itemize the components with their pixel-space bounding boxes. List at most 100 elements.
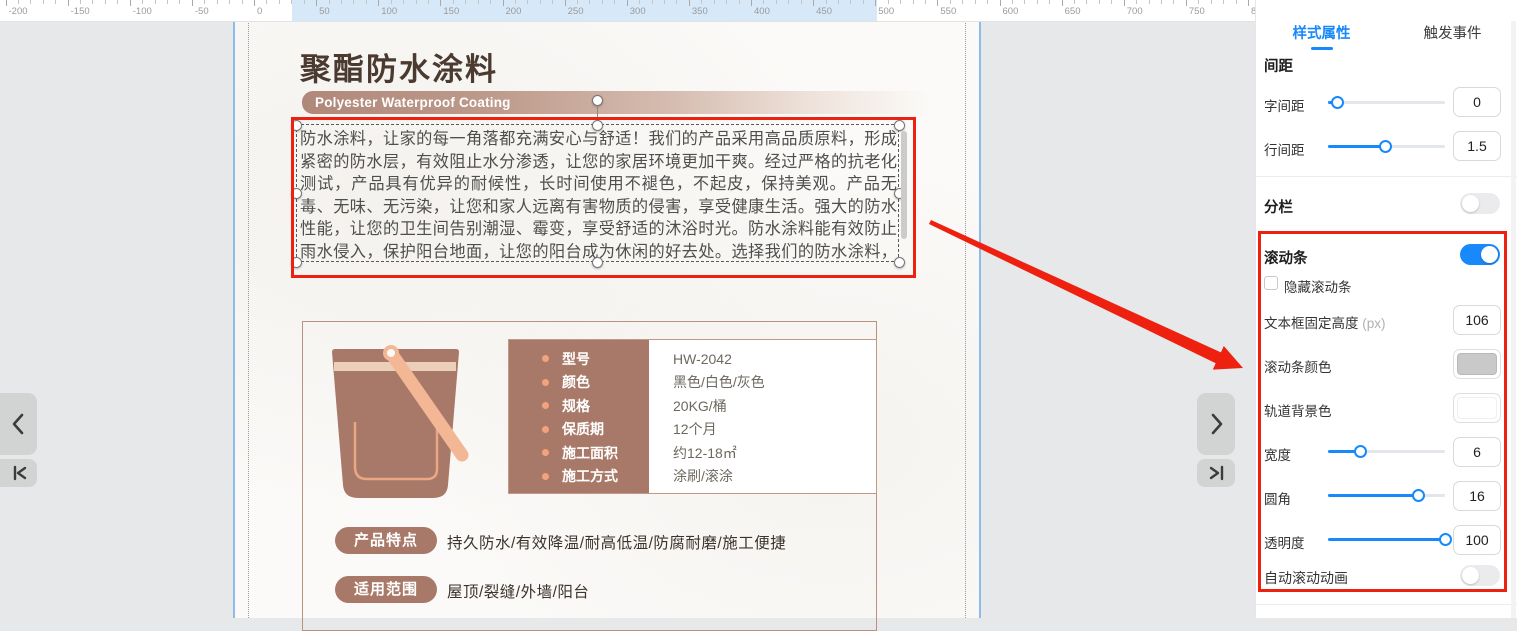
- ruler-tick: [117, 0, 118, 4]
- ruler-tick: [1124, 0, 1125, 6]
- ruler-tick: [689, 0, 690, 6]
- table-row: 规格 20KG/桶: [509, 394, 876, 418]
- ruler-tick: [950, 0, 951, 4]
- skip-to-start-icon: [1, 459, 37, 487]
- ruler-tick: [1086, 0, 1087, 4]
- ruler-tick: [850, 0, 851, 4]
- panel-scrollbar-track[interactable]: [1511, 21, 1516, 618]
- ruler-tick: [1211, 0, 1212, 4]
- subtitle-banner[interactable]: Polyester Waterproof Coating: [302, 91, 930, 114]
- ruler-tick: [602, 0, 603, 4]
- ruler-tick: [179, 0, 180, 4]
- ruler-tick: [1161, 0, 1162, 4]
- ruler-tick: [1173, 0, 1174, 4]
- ruler-tick: [18, 0, 19, 4]
- spec-value: 12个月: [673, 419, 717, 439]
- ruler-tick: [341, 0, 342, 4]
- ruler-tick: [652, 0, 653, 4]
- ruler-tick: [68, 0, 69, 6]
- ruler-tick: [291, 0, 292, 4]
- spec-table: 型号 HW-2042 颜色 黑色/白色/灰色 规格 20KG/桶 保质期 12个…: [508, 339, 877, 494]
- ruler-tick-label: -150: [71, 6, 90, 17]
- ruler-tick: [6, 0, 7, 6]
- feature-list-text: 持久防水/有效降温/耐高低温/防腐耐磨/施工便捷: [447, 531, 786, 553]
- line-spacing-label: 行间距: [1264, 139, 1305, 159]
- ruler-tick: [503, 0, 504, 6]
- ruler-tick-label: -50: [195, 6, 209, 17]
- ruler-tick: [565, 0, 566, 6]
- ruler-tick: [900, 0, 901, 4]
- ruler-tick: [130, 0, 131, 6]
- page-title[interactable]: 聚酯防水涂料: [300, 44, 498, 89]
- ruler-tick: [229, 0, 230, 4]
- last-page-button[interactable]: [1197, 459, 1235, 487]
- ruler-tick: [527, 0, 528, 4]
- ruler-tick-label: 600: [1003, 6, 1019, 17]
- ruler-tick: [838, 0, 839, 4]
- ruler-tick: [217, 0, 218, 4]
- ruler-tick: [913, 0, 914, 4]
- ruler[interactable]: -200-150-100-500501001502002503003504004…: [0, 0, 1255, 22]
- subtitle-text: Polyester Waterproof Coating: [302, 91, 930, 110]
- ruler-tick: [813, 0, 814, 6]
- next-page-button[interactable]: [1197, 393, 1235, 455]
- ruler-tick: [627, 0, 628, 6]
- page-left-edge: [233, 21, 235, 618]
- first-page-button[interactable]: [0, 459, 37, 487]
- ruler-tick: [614, 0, 615, 4]
- ruler-tick: [391, 0, 392, 4]
- panel-tabs: 样式属性 触发事件: [1256, 22, 1517, 43]
- spec-label: 颜色: [562, 372, 646, 392]
- ruler-tick: [515, 0, 516, 4]
- ruler-tick: [329, 0, 330, 4]
- letter-spacing-input[interactable]: 0: [1453, 87, 1501, 117]
- ruler-tick: [788, 0, 789, 4]
- rotation-handle[interactable]: [592, 95, 603, 106]
- spec-label: 施工方式: [562, 466, 646, 486]
- ruler-tick: [875, 0, 876, 6]
- table-row: 颜色 黑色/白色/灰色: [509, 371, 876, 395]
- divider: [1256, 176, 1517, 177]
- ruler-tick: [453, 0, 454, 4]
- slider-knob[interactable]: [1379, 140, 1392, 153]
- margin-guide-left: [248, 21, 249, 618]
- slider-knob[interactable]: [1331, 96, 1344, 109]
- ruler-tick-label: 800: [1251, 6, 1255, 17]
- ruler-tick-label: 500: [878, 6, 894, 17]
- ruler-tick: [254, 0, 255, 6]
- ruler-tick-label: 650: [1065, 6, 1081, 17]
- ruler-tick: [1024, 0, 1025, 4]
- ruler-tick: [1111, 0, 1112, 4]
- ruler-tick: [826, 0, 827, 4]
- page-right-edge: [979, 21, 981, 618]
- ruler-tick: [366, 0, 367, 4]
- ruler-tick: [30, 0, 31, 4]
- ruler-tick-label: 450: [816, 6, 832, 17]
- bullet-icon: [542, 426, 549, 433]
- feature-badge: 产品特点: [335, 527, 437, 554]
- ruler-tick-label: 100: [381, 6, 397, 17]
- ruler-tick: [142, 0, 143, 4]
- ruler-tick: [975, 0, 976, 4]
- ruler-tick-label: 550: [940, 6, 956, 17]
- bullet-icon: [542, 379, 549, 386]
- ruler-tick: [192, 0, 193, 6]
- ruler-tick: [925, 0, 926, 4]
- ruler-tick: [428, 0, 429, 4]
- ruler-tick: [353, 0, 354, 4]
- line-spacing-input[interactable]: 1.5: [1453, 131, 1501, 161]
- tab-trigger-events[interactable]: 触发事件: [1387, 22, 1517, 43]
- ruler-tick: [1099, 0, 1100, 4]
- tab-style-properties[interactable]: 样式属性: [1256, 22, 1387, 43]
- ruler-tick: [403, 0, 404, 4]
- columns-toggle[interactable]: [1460, 193, 1500, 214]
- letter-spacing-slider[interactable]: [1328, 96, 1445, 109]
- line-spacing-slider[interactable]: [1328, 140, 1445, 153]
- ruler-tick-label: 700: [1127, 6, 1143, 17]
- workspace-left-area: [0, 21, 233, 618]
- ruler-tick: [304, 0, 305, 4]
- ruler-tick: [1000, 0, 1001, 6]
- ruler-tick: [279, 0, 280, 4]
- ruler-tick: [863, 0, 864, 4]
- prev-page-button[interactable]: [0, 393, 37, 455]
